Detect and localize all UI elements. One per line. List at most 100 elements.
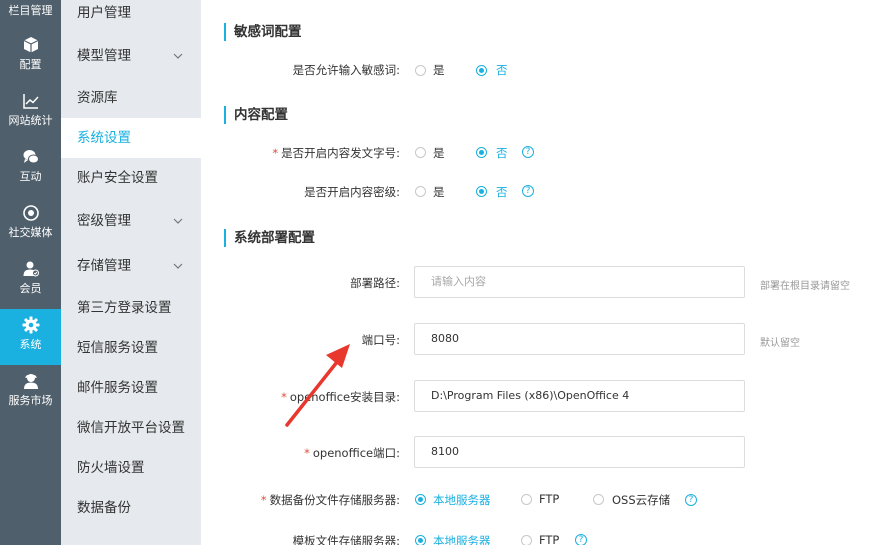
service-user-icon bbox=[23, 374, 38, 389]
sub-item-third-party-login[interactable]: 第三方登录设置 bbox=[61, 288, 201, 328]
chat-bubbles-icon bbox=[23, 150, 39, 164]
section-title-content: 内容配置 bbox=[224, 106, 288, 124]
deploy-path-hint: 部署在根目录请留空 bbox=[760, 281, 850, 292]
required-mark: * bbox=[260, 493, 267, 507]
settings-content: 敏感词配置 是否允许输入敏感词: 是 否 内容配置 * 是否开启内容发文字号: 是… bbox=[201, 0, 870, 545]
openoffice-port-input[interactable]: 8100 bbox=[414, 436, 745, 468]
help-icon[interactable]: ? bbox=[522, 185, 534, 197]
sub-menu: 用户管理 模型管理 资源库 系统设置 账户安全设置 密级管理 存储管理 第三方登… bbox=[61, 0, 201, 545]
openoffice-dir-input[interactable]: D:\Program Files (x86)\OpenOffice 4 bbox=[414, 380, 745, 412]
deploy-path-input[interactable]: 请输入内容 bbox=[414, 266, 745, 298]
sub-item-user-management[interactable]: 用户管理 bbox=[61, 0, 201, 33]
sub-item-account-security[interactable]: 账户安全设置 bbox=[61, 158, 201, 198]
radio-label-ftp[interactable]: FTP bbox=[539, 492, 559, 506]
port-input[interactable]: 8080 bbox=[414, 323, 745, 355]
rail-item-interact[interactable]: 互动 bbox=[0, 141, 61, 197]
chevron-down-icon bbox=[173, 218, 183, 224]
app-window: 栏目管理 配置 网站统计 互动 社交媒体 会员 系统 服务市场 用户管理 模型管… bbox=[0, 0, 870, 545]
sub-item-label: 第三方登录设置 bbox=[77, 300, 172, 316]
rail-top-label[interactable]: 栏目管理 bbox=[0, 0, 61, 22]
template-storage-local-radio[interactable] bbox=[415, 535, 426, 545]
sub-item-storage[interactable]: 存储管理 bbox=[61, 246, 201, 286]
sub-item-secret-level[interactable]: 密级管理 bbox=[61, 201, 201, 241]
port-label: 端口号: bbox=[361, 333, 400, 347]
sub-item-system-settings[interactable]: 系统设置 bbox=[61, 118, 201, 158]
target-icon bbox=[22, 205, 39, 221]
radio-label-ftp[interactable]: FTP bbox=[539, 533, 559, 545]
rail-item-social[interactable]: 社交媒体 bbox=[0, 197, 61, 253]
secret-level-label: 是否开启内容密级: bbox=[304, 185, 400, 199]
rail-item-system[interactable]: 系统 bbox=[0, 309, 61, 365]
required-mark: * bbox=[304, 446, 310, 460]
doc-number-no-radio[interactable] bbox=[476, 147, 487, 158]
rail-item-label: 服务市场 bbox=[8, 394, 53, 407]
rail-item-label: 网站统计 bbox=[8, 114, 53, 127]
required-mark: * bbox=[281, 390, 287, 404]
rail-item-service-market[interactable]: 服务市场 bbox=[0, 365, 61, 421]
secret-level-yes-radio[interactable] bbox=[415, 186, 426, 197]
sub-item-label: 邮件服务设置 bbox=[77, 380, 158, 396]
rail-item-label: 会员 bbox=[19, 282, 42, 295]
radio-label-local-server[interactable]: 本地服务器 bbox=[433, 492, 491, 508]
sub-item-label: 模型管理 bbox=[77, 48, 131, 64]
radio-label-yes[interactable]: 是 bbox=[433, 184, 445, 200]
rail-item-label: 社交媒体 bbox=[8, 226, 53, 239]
required-mark: * bbox=[272, 146, 279, 160]
radio-label-no[interactable]: 否 bbox=[496, 145, 508, 161]
help-icon[interactable]: ? bbox=[522, 146, 534, 158]
sub-item-label: 密级管理 bbox=[77, 213, 131, 229]
allow-sensitive-label: 是否允许输入敏感词: bbox=[292, 63, 400, 77]
backup-storage-label: * 数据备份文件存储服务器: bbox=[260, 493, 400, 507]
radio-label-no[interactable]: 否 bbox=[496, 62, 508, 78]
sub-item-mail-service[interactable]: 邮件服务设置 bbox=[61, 368, 201, 408]
allow-sensitive-no-radio[interactable] bbox=[476, 65, 487, 76]
sub-item-label: 存储管理 bbox=[77, 258, 131, 274]
rail-item-member[interactable]: 会员 bbox=[0, 253, 61, 309]
doc-number-label: * 是否开启内容发文字号: bbox=[272, 146, 400, 160]
backup-storage-ftp-radio[interactable] bbox=[521, 494, 532, 505]
chevron-down-icon bbox=[173, 53, 183, 59]
rail-item-label: 系统 bbox=[19, 338, 42, 351]
rail-item-label: 互动 bbox=[19, 170, 42, 183]
radio-label-local-server[interactable]: 本地服务器 bbox=[433, 533, 491, 545]
section-title-sensitive: 敏感词配置 bbox=[224, 23, 302, 41]
sub-item-label: 防火墙设置 bbox=[77, 460, 145, 476]
radio-label-oss[interactable]: OSS云存储 bbox=[612, 492, 670, 508]
sub-item-label: 账户安全设置 bbox=[77, 170, 158, 186]
sub-item-wechat-platform[interactable]: 微信开放平台设置 bbox=[61, 408, 201, 448]
doc-number-yes-radio[interactable] bbox=[415, 147, 426, 158]
backup-storage-oss-radio[interactable] bbox=[593, 494, 604, 505]
port-hint: 默认留空 bbox=[760, 338, 800, 349]
template-storage-label: 模板文件存储服务器: bbox=[292, 534, 400, 545]
help-icon[interactable]: ? bbox=[575, 534, 587, 545]
sub-item-firewall[interactable]: 防火墙设置 bbox=[61, 448, 201, 488]
line-chart-icon bbox=[22, 94, 39, 109]
openoffice-dir-label: * openoffice安装目录: bbox=[281, 390, 400, 404]
sub-item-sms-service[interactable]: 短信服务设置 bbox=[61, 328, 201, 368]
sub-item-label: 短信服务设置 bbox=[77, 340, 158, 356]
member-icon bbox=[23, 261, 39, 277]
allow-sensitive-yes-radio[interactable] bbox=[415, 65, 426, 76]
help-icon[interactable]: ? bbox=[685, 494, 697, 506]
secret-level-no-radio[interactable] bbox=[476, 186, 487, 197]
backup-storage-local-radio[interactable] bbox=[415, 494, 426, 505]
radio-label-no[interactable]: 否 bbox=[496, 184, 508, 200]
sub-item-resource-library[interactable]: 资源库 bbox=[61, 78, 201, 118]
sub-item-model-management[interactable]: 模型管理 bbox=[61, 36, 201, 76]
cube-icon bbox=[23, 37, 38, 53]
deploy-path-label: 部署路径: bbox=[350, 276, 400, 290]
sub-item-label: 数据备份 bbox=[77, 500, 131, 516]
gear-icon bbox=[22, 316, 39, 334]
sub-item-label: 资源库 bbox=[77, 90, 118, 106]
rail-item-config[interactable]: 配置 bbox=[0, 29, 61, 85]
template-storage-ftp-radio[interactable] bbox=[521, 535, 532, 545]
radio-label-yes[interactable]: 是 bbox=[433, 145, 445, 161]
radio-label-yes[interactable]: 是 bbox=[433, 62, 445, 78]
section-title-deploy: 系统部署配置 bbox=[224, 229, 315, 247]
openoffice-port-label: * openoffice端口: bbox=[304, 446, 400, 460]
sub-item-data-backup[interactable]: 数据备份 bbox=[61, 488, 201, 528]
rail-item-label: 配置 bbox=[19, 58, 42, 71]
icon-rail: 栏目管理 配置 网站统计 互动 社交媒体 会员 系统 服务市场 bbox=[0, 0, 61, 545]
rail-item-stats[interactable]: 网站统计 bbox=[0, 85, 61, 141]
sub-item-label: 微信开放平台设置 bbox=[77, 420, 185, 436]
